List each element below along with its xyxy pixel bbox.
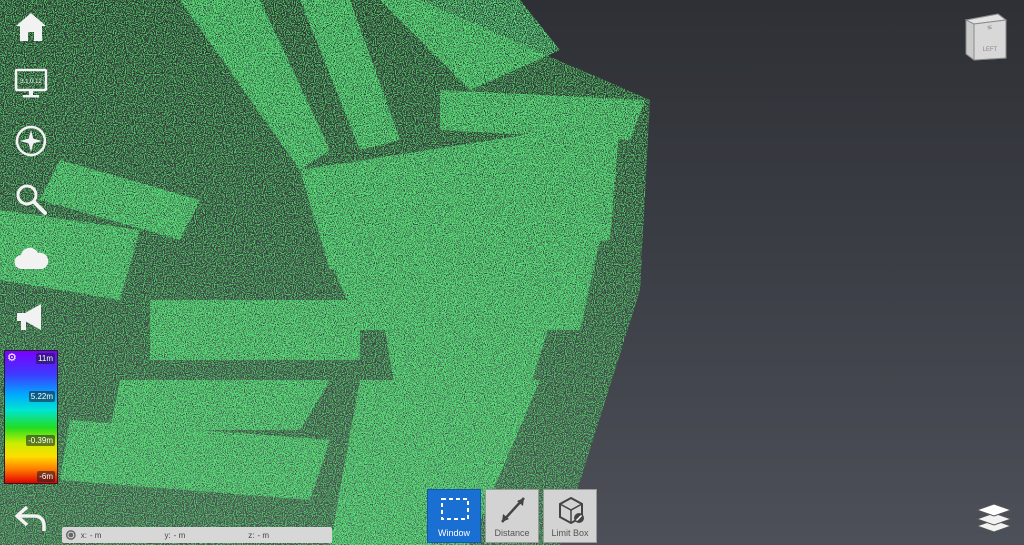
monitor-version-label: 3.1.0.12: [20, 79, 42, 85]
cloud-icon: [14, 247, 49, 270]
coord-y: y: - m: [164, 530, 186, 540]
coordinates-bar: x: - m y: - m z: - m: [62, 527, 332, 543]
limit-box-icon: [559, 496, 584, 525]
navcube-face-label: LEFT: [983, 47, 998, 53]
window-select-label: Window: [437, 528, 470, 538]
layers-icon: [975, 503, 1013, 533]
distance-measure-label: Distance: [494, 528, 530, 538]
home-button[interactable]: [10, 6, 52, 48]
limit-box-label: Limit Box: [551, 528, 589, 538]
legend-min-label: -6m: [37, 471, 55, 482]
legend-upper-label: 5.22m: [28, 391, 55, 402]
coord-z: z: - m: [248, 530, 270, 540]
legend-max-label: 11m: [36, 353, 55, 364]
distance-measure-icon: [501, 497, 525, 523]
legend-lower-label: -0.39m: [26, 435, 55, 446]
announcement-button[interactable]: [10, 296, 52, 338]
elevation-color-legend: ⚙ 11m 5.22m -0.39m -6m: [4, 350, 58, 484]
search-icon: [16, 184, 47, 215]
limit-box-button[interactable]: Limit Box: [543, 489, 597, 543]
coord-x: x: - m: [80, 530, 102, 540]
cloud-button[interactable]: [10, 238, 52, 280]
window-select-icon: [441, 498, 469, 520]
legend-gear-icon[interactable]: ⚙: [7, 352, 17, 364]
compass-icon: [15, 125, 47, 157]
home-icon: [16, 13, 46, 41]
back-button[interactable]: [10, 496, 52, 538]
display-settings-icon: 3.1.0.12: [14, 68, 48, 98]
distance-measure-button[interactable]: Distance: [485, 489, 539, 543]
point-cloud-viewport[interactable]: [0, 0, 1024, 545]
announcement-icon: [17, 304, 41, 330]
display-settings-button[interactable]: 3.1.0.12: [10, 62, 52, 104]
navigation-cube[interactable]: ≡ LEFT: [962, 8, 1008, 62]
compass-button[interactable]: [10, 120, 52, 162]
window-select-button[interactable]: Window: [427, 489, 481, 543]
layers-button[interactable]: [975, 500, 1013, 534]
search-button[interactable]: [10, 178, 52, 220]
undo-arrow-icon: [15, 505, 46, 531]
globe-icon: [65, 530, 76, 540]
